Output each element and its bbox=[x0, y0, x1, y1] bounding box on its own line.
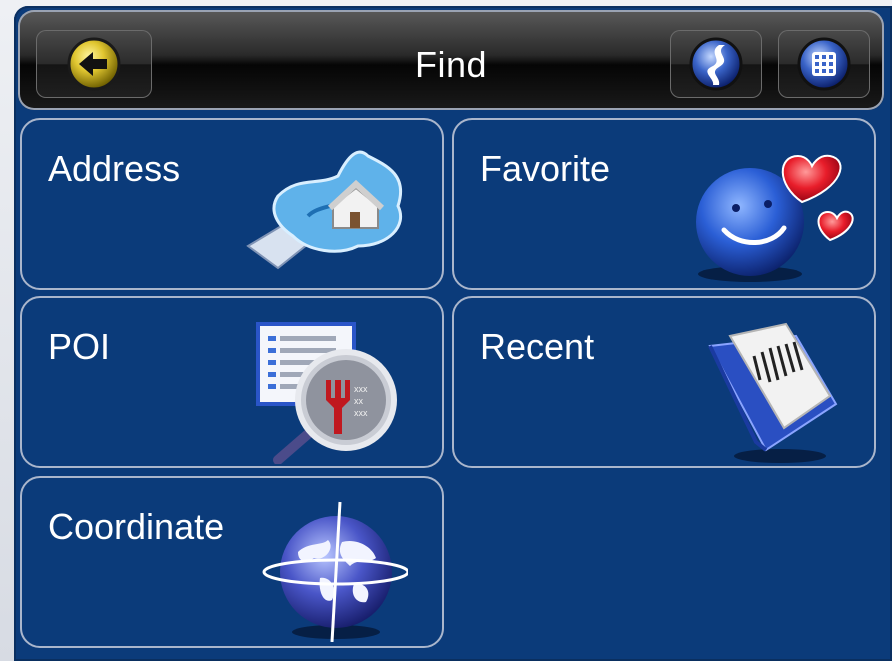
keypad-menu-icon bbox=[797, 37, 851, 91]
route-icon bbox=[689, 37, 743, 91]
tile-coordinate[interactable]: Coordinate bbox=[20, 476, 444, 648]
map-house-icon bbox=[246, 150, 403, 270]
route-button[interactable] bbox=[670, 30, 762, 98]
smiley-hearts-icon bbox=[696, 154, 854, 282]
recent-book-icon bbox=[708, 322, 838, 463]
globe-icon bbox=[262, 501, 408, 642]
tile-address-label: Address bbox=[48, 148, 181, 189]
tile-recent[interactable]: Recent bbox=[452, 296, 876, 468]
poi-magnifier-icon: xxxxxxxx bbox=[256, 322, 397, 464]
tile-address[interactable]: Address bbox=[20, 118, 444, 290]
title-bar: Find bbox=[18, 10, 884, 110]
tile-poi-label: POI bbox=[48, 326, 111, 367]
menu-button[interactable] bbox=[778, 30, 870, 98]
tile-favorite-label: Favorite bbox=[480, 148, 611, 189]
tile-poi[interactable]: POI xxx xx xxx bbox=[20, 296, 444, 468]
svg-text:xx: xx bbox=[354, 396, 364, 406]
tile-recent-label: Recent bbox=[480, 326, 595, 367]
svg-text:xxx: xxx bbox=[354, 384, 368, 394]
find-screen: Find Address Favorite POI xxx xx xxx Rec… bbox=[14, 6, 892, 661]
tile-favorite[interactable]: Favorite bbox=[452, 118, 876, 290]
tile-coordinate-label: Coordinate bbox=[48, 506, 225, 547]
svg-text:xxx: xxx bbox=[354, 408, 368, 418]
